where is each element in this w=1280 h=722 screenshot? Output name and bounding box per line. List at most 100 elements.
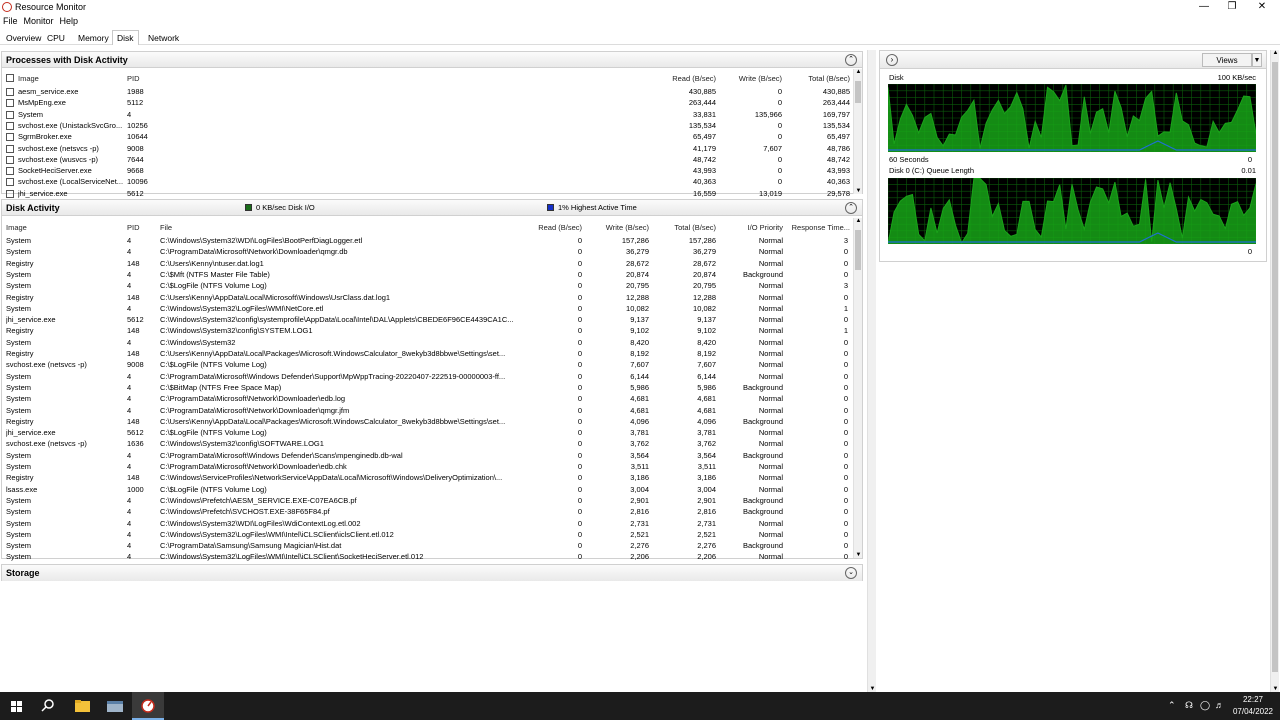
- table-row[interactable]: jhi_service.exe 5612 C:\Windows\System32\c…: [2, 314, 852, 325]
- clock-time[interactable]: 22:27: [1236, 695, 1270, 704]
- row-checkbox[interactable]: [6, 144, 14, 153]
- col-pid[interactable]: PID: [127, 223, 140, 232]
- col-image[interactable]: Image: [6, 223, 27, 232]
- table-row[interactable]: svchost.exe (netsvcs -p) 9008 C:\$LogFile …: [2, 359, 852, 370]
- scroll-down-icon[interactable]: ▼: [854, 552, 863, 558]
- clock-date[interactable]: 07/04/2022: [1232, 707, 1274, 716]
- table-row[interactable]: aesm_service.exe 1988 430,885 0 430,885: [2, 86, 852, 97]
- scroll-thumb[interactable]: [855, 230, 861, 270]
- col-total[interactable]: Total (B/sec): [782, 74, 850, 83]
- scroll-up-icon[interactable]: ▲: [854, 69, 863, 75]
- minimize-button[interactable]: —: [1190, 0, 1218, 14]
- tray-chevron-icon[interactable]: ⌃: [1168, 700, 1176, 711]
- resource-monitor-taskbar-button[interactable]: [132, 692, 164, 720]
- col-file[interactable]: File: [160, 223, 172, 232]
- scroll-up-icon[interactable]: ▲: [1271, 50, 1280, 56]
- table-row[interactable]: System 4 C:\ProgramData\Samsung\Samsung Ma…: [2, 540, 852, 551]
- table-row[interactable]: System 4 C:\ProgramData\Microsoft\Windows …: [2, 371, 852, 382]
- table-row[interactable]: jhi_service.exe 5612 16,559 13,019 29,578: [2, 188, 852, 199]
- menu-file[interactable]: File: [0, 15, 21, 28]
- disk-activity-header[interactable]: Disk Activity 0 KB/sec Disk I/O 1% Highe…: [2, 200, 862, 216]
- row-checkbox[interactable]: [6, 167, 14, 176]
- network-icon[interactable]: ☊: [1185, 700, 1193, 711]
- col-image[interactable]: Image: [18, 74, 39, 83]
- table-row[interactable]: System 4 C:\ProgramData\Microsoft\Network\…: [2, 405, 852, 416]
- processes-scrollbar[interactable]: ▲ ▼: [853, 69, 862, 194]
- menu-monitor[interactable]: Monitor: [21, 15, 57, 28]
- table-row[interactable]: System 4 C:\ProgramData\Microsoft\Windows …: [2, 450, 852, 461]
- collapse-chevron-icon[interactable]: ⌃: [845, 54, 857, 66]
- table-row[interactable]: System 4 C:\ProgramData\Microsoft\Network\…: [2, 246, 852, 257]
- col-write[interactable]: Write (B/sec): [712, 74, 782, 83]
- table-row[interactable]: svchost.exe (UnistackSvcGro... 10256 135,5…: [2, 120, 852, 131]
- col-pid[interactable]: PID: [127, 74, 140, 83]
- table-row[interactable]: System 4 C:\$LogFile (NTFS Volume Log) 0 20,…: [2, 280, 852, 291]
- processes-panel-header[interactable]: Processes with Disk Activity ⌃: [2, 52, 862, 68]
- menu-help[interactable]: Help: [57, 15, 82, 28]
- row-checkbox[interactable]: [6, 133, 14, 142]
- tab-memory[interactable]: Memory: [74, 31, 113, 45]
- app-button[interactable]: [99, 692, 131, 720]
- scroll-up-icon[interactable]: ▲: [854, 218, 863, 224]
- scroll-down-icon[interactable]: ▼: [854, 188, 863, 194]
- table-row[interactable]: Registry 148 C:\Users\Kenny\AppData\Local\…: [2, 348, 852, 359]
- col-write[interactable]: Write (B/sec): [587, 223, 649, 232]
- table-row[interactable]: Registry 148 C:\Users\Kenny\AppData\Local\…: [2, 416, 852, 427]
- row-checkbox[interactable]: [6, 99, 14, 108]
- row-checkbox[interactable]: [6, 88, 14, 96]
- row-checkbox[interactable]: [6, 110, 14, 119]
- table-row[interactable]: System 4 C:\ProgramData\Microsoft\Network\…: [2, 461, 852, 472]
- volume-icon[interactable]: ♬: [1215, 700, 1224, 710]
- main-scrollbar[interactable]: ▼: [867, 50, 876, 692]
- table-row[interactable]: jhi_service.exe 5612 C:\$LogFile (NTFS Vol…: [2, 427, 852, 438]
- tab-cpu[interactable]: CPU: [43, 31, 69, 45]
- table-row[interactable]: Registry 148 C:\Users\Kenny\AppData\Local\…: [2, 292, 852, 303]
- row-checkbox[interactable]: [6, 121, 14, 130]
- col-read[interactable]: Read (B/sec): [642, 74, 716, 83]
- collapse-pane-icon[interactable]: ›: [886, 54, 898, 66]
- disk-activity-scrollbar[interactable]: ▲ ▼: [853, 218, 862, 558]
- col-read[interactable]: Read (B/sec): [522, 223, 582, 232]
- table-row[interactable]: System 4 33,831 135,966 169,797: [2, 109, 852, 120]
- close-button[interactable]: ✕: [1248, 0, 1276, 14]
- expand-chevron-icon[interactable]: ⌄: [845, 567, 857, 579]
- table-row[interactable]: Registry 148 C:\Windows\System32\config\SY…: [2, 325, 852, 336]
- table-row[interactable]: svchost.exe (LocalServiceNet... 10096 40,3…: [2, 176, 852, 187]
- views-dropdown-icon[interactable]: ▼: [1252, 53, 1262, 67]
- table-row[interactable]: System 4 C:\Windows\Prefetch\AESM_SERVICE.…: [2, 495, 852, 506]
- graph-pane-scrollbar[interactable]: ▲ ▼: [1270, 50, 1279, 692]
- table-row[interactable]: System 4 C:\Windows\System32\LogFiles\WMI\…: [2, 303, 852, 314]
- table-row[interactable]: System 4 C:\Windows\System32\WDI\LogFiles\…: [2, 235, 852, 246]
- select-all-checkbox[interactable]: [6, 74, 14, 82]
- tab-network[interactable]: Network: [144, 31, 183, 45]
- tab-overview[interactable]: Overview: [2, 31, 45, 45]
- table-row[interactable]: SocketHeciServer.exe 9668 43,993 0 43,993: [2, 165, 852, 176]
- table-row[interactable]: Registry 148 C:\Windows\ServiceProfiles\Ne…: [2, 472, 852, 483]
- table-row[interactable]: System 4 C:\Windows\System32\WDI\LogFiles\…: [2, 518, 852, 529]
- start-button[interactable]: [0, 692, 32, 720]
- table-row[interactable]: System 4 C:\ProgramData\Microsoft\Network\…: [2, 393, 852, 404]
- table-row[interactable]: System 4 C:\$BitMap (NTFS Free Space Map) 0…: [2, 382, 852, 393]
- table-row[interactable]: svchost.exe (wusvcs -p) 7644 48,742 0 48,742: [2, 154, 852, 165]
- table-row[interactable]: svchost.exe (netsvcs -p) 1636 C:\Windows\S…: [2, 438, 852, 449]
- collapse-chevron-icon[interactable]: ⌃: [845, 202, 857, 214]
- storage-header[interactable]: Storage ⌄: [2, 565, 862, 581]
- table-row[interactable]: SgrmBroker.exe 10644 65,497 0 65,497: [2, 131, 852, 142]
- table-row[interactable]: System 4 C:\Windows\System32\LogFiles\WMI\…: [2, 529, 852, 540]
- table-row[interactable]: System 4 C:\$Mft (NTFS Master File Table) 0…: [2, 269, 852, 280]
- col-io-priority[interactable]: I/O Priority: [720, 223, 783, 232]
- row-checkbox[interactable]: [6, 178, 14, 187]
- maximize-button[interactable]: ❐: [1218, 0, 1246, 14]
- table-row[interactable]: System 4 C:\Windows\System32 0 8,420 8,420 Nor…: [2, 337, 852, 348]
- col-total[interactable]: Total (B/sec): [652, 223, 716, 232]
- table-row[interactable]: System 4 C:\Windows\System32\LogFiles\WMI\…: [2, 551, 852, 562]
- table-row[interactable]: MsMpEng.exe 5112 263,444 0 263,444: [2, 97, 852, 108]
- scroll-thumb[interactable]: [1272, 62, 1278, 672]
- col-response-time[interactable]: Response Time...: [786, 223, 850, 232]
- tab-disk[interactable]: Disk: [112, 30, 139, 45]
- row-checkbox[interactable]: [6, 189, 14, 198]
- file-explorer-button[interactable]: [66, 692, 98, 720]
- table-row[interactable]: Registry 148 C:\Users\Kenny\ntuser.dat.log…: [2, 258, 852, 269]
- views-button[interactable]: Views: [1202, 53, 1252, 67]
- globe-icon[interactable]: ◯: [1200, 700, 1210, 711]
